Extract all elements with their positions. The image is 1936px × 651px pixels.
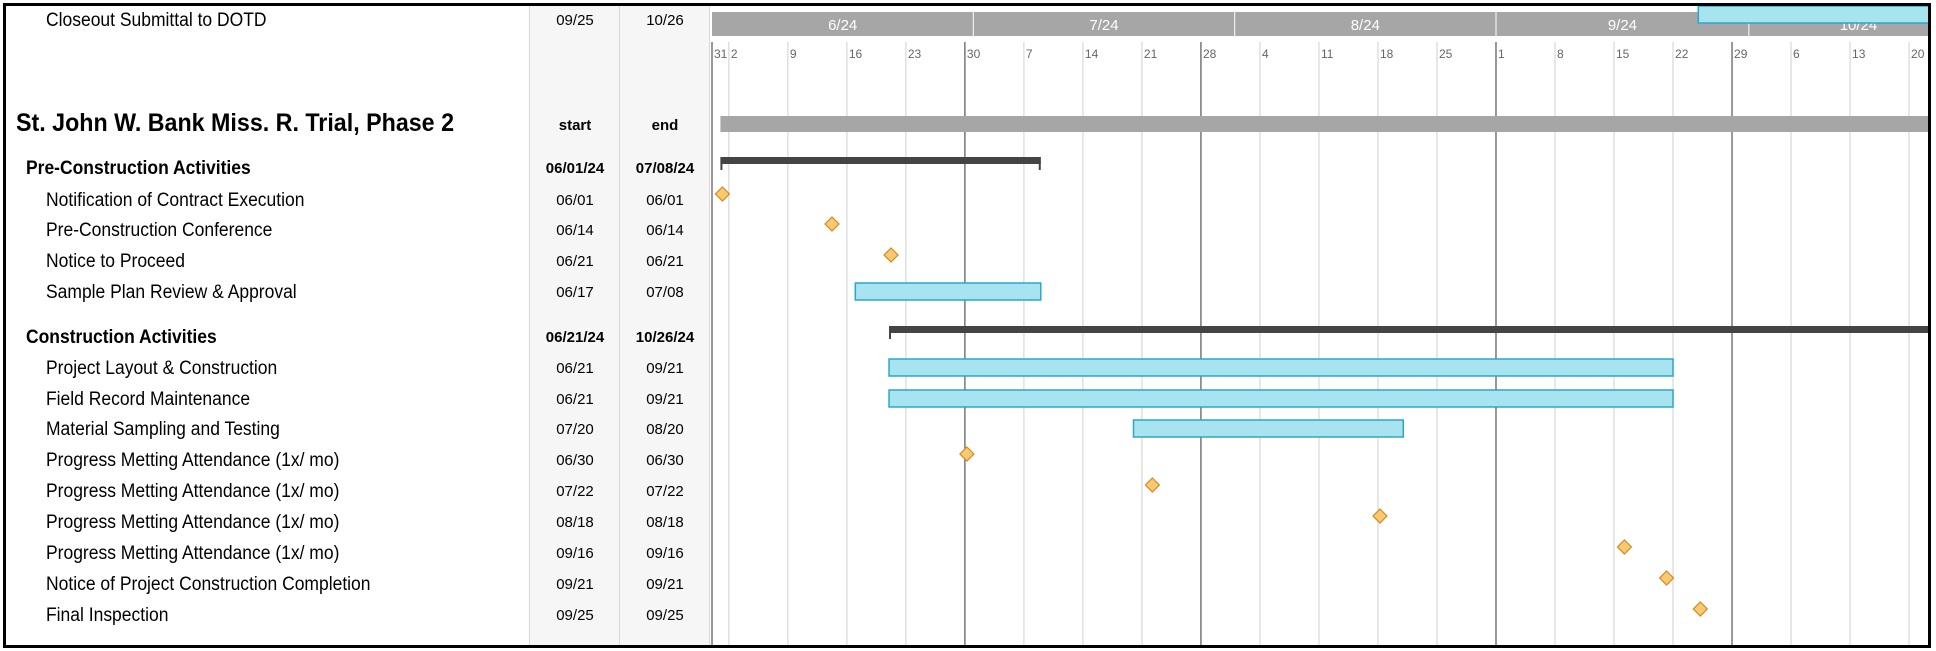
week-tick-label: 4 [1262, 47, 1269, 61]
week-tick-label: 23 [908, 47, 922, 61]
week-tick-label: 31 [714, 47, 728, 61]
week-tick-label: 18 [1380, 47, 1394, 61]
week-tick-label: 9 [790, 47, 797, 61]
gantt-frame: St. John W. Bank Miss. R. Trial, Phase 2… [3, 3, 1931, 648]
week-tick-label: 20 [1911, 47, 1925, 61]
week-tick-label: 28 [1203, 47, 1217, 61]
task-bar [888, 358, 1674, 377]
month-label: 8/24 [1351, 17, 1380, 34]
milestone-diamond [883, 247, 899, 263]
week-tick-label: 29 [1734, 47, 1748, 61]
month-label: 6/24 [828, 17, 857, 34]
milestone-diamond [714, 186, 731, 202]
gantt-timeline: 6/24 7/24 8/24 9/24 10/2431 2 9 16 23 30 7 14 21 28 4 1… [711, 6, 1928, 645]
week-tick-label: 30 [967, 47, 981, 61]
month-label: 7/24 [1089, 17, 1118, 34]
milestone-diamond [1658, 570, 1675, 586]
week-tick-label: 25 [1439, 47, 1453, 61]
task-bar [1697, 6, 1928, 24]
task-bar [1132, 419, 1405, 438]
task-bar [888, 389, 1674, 408]
week-tick-label: 22 [1675, 47, 1689, 61]
gantt-sheet: St. John W. Bank Miss. R. Trial, Phase 2… [6, 6, 1928, 645]
milestone-diamond [1692, 601, 1709, 617]
project-summary-bar [720, 116, 1928, 132]
week-tick-label: 15 [1616, 47, 1630, 61]
milestone-diamond [1616, 539, 1633, 555]
milestone-diamond [824, 216, 840, 232]
week-tick-label: 6 [1793, 47, 1800, 61]
week-tick-label: 16 [849, 47, 863, 61]
group-summary-bar [889, 326, 1928, 333]
week-tick-label: 2 [731, 47, 738, 61]
milestone-diamond [1372, 508, 1388, 524]
week-tick-label: 11 [1321, 47, 1334, 61]
month-label: 9/24 [1608, 17, 1637, 34]
week-tick-label: 21 [1144, 47, 1158, 61]
week-tick-label: 7 [1026, 47, 1033, 61]
week-tick-label: 13 [1852, 47, 1866, 61]
milestone-diamond [959, 446, 975, 462]
group-summary-bar [720, 157, 1041, 164]
week-tick-label: 1 [1498, 47, 1505, 61]
week-tick-label: 14 [1085, 47, 1099, 61]
task-bar [854, 282, 1042, 301]
week-tick-label: 8 [1557, 47, 1564, 61]
milestone-diamond [1144, 477, 1161, 493]
